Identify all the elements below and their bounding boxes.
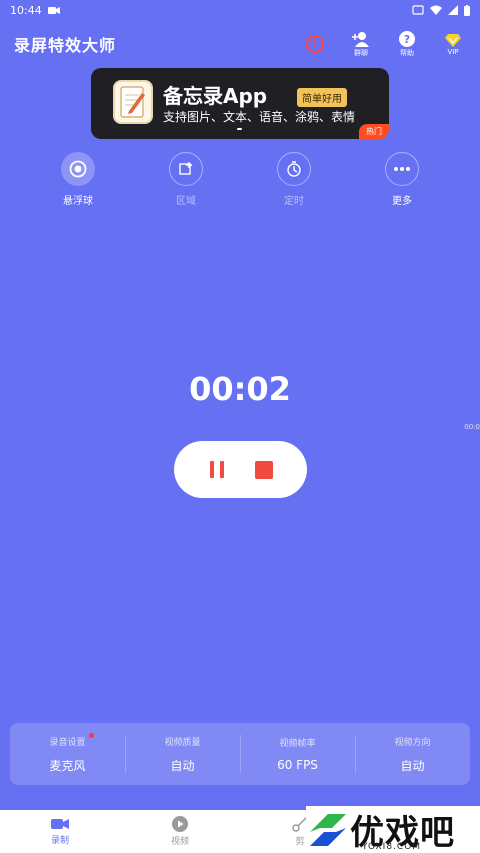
setting-framerate[interactable]: 视频帧率 60 FPS <box>240 723 355 785</box>
pause-icon <box>210 461 225 478</box>
setting-value: 麦克风 <box>49 758 86 773</box>
tool-region[interactable]: 区域 <box>156 152 216 207</box>
help-button[interactable]: ? 帮助 <box>392 30 422 58</box>
play-circle-icon <box>172 816 188 832</box>
target-icon <box>61 152 95 186</box>
vip-button[interactable]: VIP <box>438 33 468 56</box>
ad-banner[interactable]: 备忘录App 简单好用 支持图片、文本、语音、涂鸦、表情 热门 <box>91 68 389 139</box>
tool-label: 更多 <box>392 196 412 207</box>
setting-value: 60 FPS <box>277 758 318 772</box>
tab-label: 视频 <box>170 837 189 847</box>
video-camera-icon <box>47 6 60 14</box>
battery-icon <box>464 4 470 16</box>
tool-label: 区域 <box>176 196 196 207</box>
setting-value: 自动 <box>170 758 195 773</box>
signal-icon <box>448 5 458 15</box>
setting-label: 视频方向 <box>394 737 431 748</box>
crop-add-icon <box>169 152 203 186</box>
tab-label: 录制 <box>50 836 69 846</box>
more-icon <box>385 152 419 186</box>
banner-title: 备忘录App <box>163 84 268 108</box>
recording-timer: 00:02 <box>189 370 291 408</box>
side-timer: 00:0 <box>464 423 480 431</box>
tool-label: 悬浮球 <box>63 196 93 207</box>
add-user-icon <box>352 31 369 47</box>
timer-icon <box>277 152 311 186</box>
stop-icon <box>254 460 273 479</box>
app-title: 录屏特效大师 <box>14 36 117 55</box>
hot-badge: 热门 <box>359 124 389 139</box>
watermark-subtext: YOXI8.COM <box>362 842 422 852</box>
status-bar: 10:44 <box>0 0 480 20</box>
camera-record-icon <box>51 819 69 829</box>
tool-row: 悬浮球 区域 定时 更多 <box>0 152 480 207</box>
clock: 10:44 <box>10 3 42 17</box>
vip-label: VIP <box>447 47 459 56</box>
tab-record[interactable]: 录制 <box>0 810 120 853</box>
watermark-logo-icon <box>310 813 346 846</box>
help-label: 帮助 <box>400 48 414 57</box>
tab-label: 剪 <box>295 837 305 847</box>
group-chat-label: 群聊 <box>354 48 368 57</box>
banner-tag: 简单好用 <box>297 88 347 107</box>
help-icon: ? <box>399 30 415 47</box>
setting-label: 视频帧率 <box>279 739 316 749</box>
setting-label: 录音设置 <box>49 737 86 748</box>
notification-dot <box>89 733 94 738</box>
vip-diamond-icon <box>445 33 461 47</box>
stop-button[interactable] <box>249 455 279 485</box>
banner-subtitle: 支持图片、文本、语音、涂鸦、表情 <box>163 110 356 124</box>
setting-audio[interactable]: 录音设置 麦克风 <box>10 723 125 785</box>
setting-label: 视频质量 <box>164 737 201 748</box>
tool-label: 定时 <box>284 196 304 207</box>
tool-more[interactable]: 更多 <box>372 152 432 207</box>
setting-orientation[interactable]: 视频方向 自动 <box>355 723 470 785</box>
carousel-indicator <box>237 128 242 130</box>
notebook-app-icon <box>113 80 153 124</box>
pause-button[interactable] <box>202 455 232 485</box>
alert-circle-icon: ! <box>306 35 324 53</box>
app-bar: 录屏特效大师 ! 群聊 ? 帮助 VIP <box>0 26 480 62</box>
tab-videos[interactable]: 视频 <box>120 810 240 853</box>
wifi-icon <box>430 5 442 15</box>
svg-text:?: ? <box>404 33 410 46</box>
cast-icon <box>412 5 424 15</box>
record-controls <box>174 441 307 498</box>
setting-quality[interactable]: 视频质量 自动 <box>125 723 240 785</box>
alert-button[interactable]: ! <box>300 35 330 53</box>
watermark: 优戏吧 YOXI8.COM <box>306 806 480 853</box>
tool-timer[interactable]: 定时 <box>264 152 324 207</box>
tool-floating-ball[interactable]: 悬浮球 <box>48 152 108 207</box>
group-chat-button[interactable]: 群聊 <box>346 31 376 58</box>
setting-value: 自动 <box>400 758 425 773</box>
settings-panel: 录音设置 麦克风 视频质量 自动 视频帧率 60 FPS 视频方向 自动 <box>10 723 470 785</box>
